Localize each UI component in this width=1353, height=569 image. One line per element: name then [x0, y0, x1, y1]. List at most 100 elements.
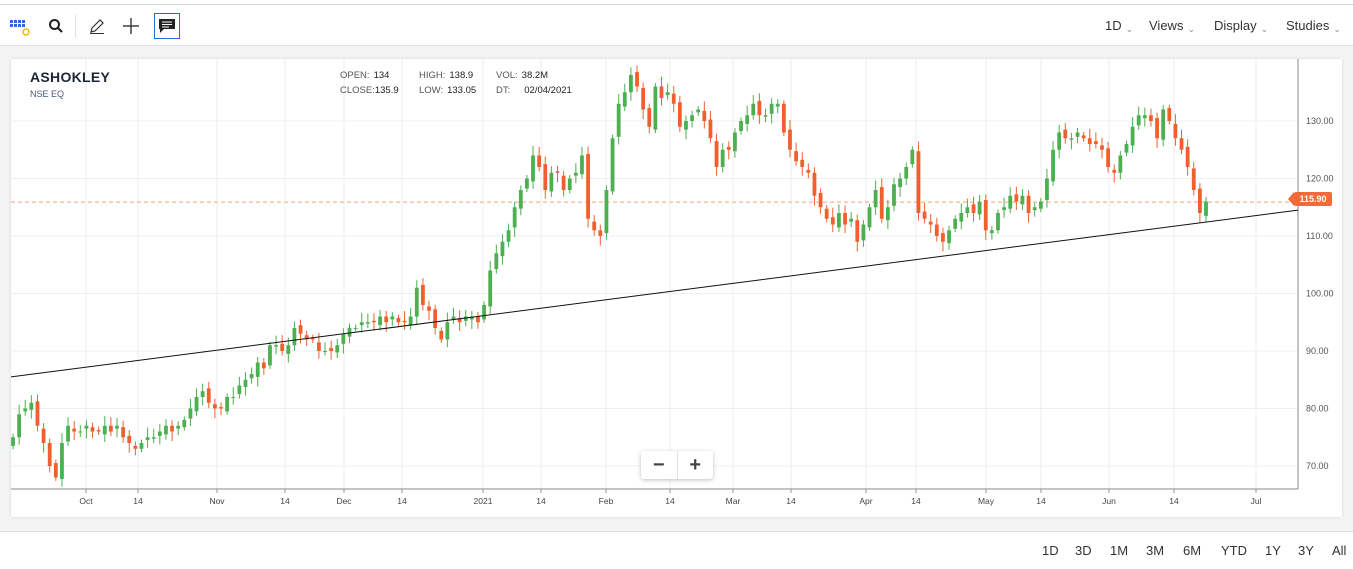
- last-price-tag: 115.90: [1288, 192, 1332, 206]
- range-1m[interactable]: 1M: [1110, 543, 1128, 558]
- candle-body: [433, 309, 438, 328]
- candle-body: [84, 425, 89, 429]
- candle-body: [659, 86, 664, 98]
- x-tick-label: 14: [536, 496, 546, 506]
- range-1d[interactable]: 1D: [1042, 543, 1059, 558]
- candle-body: [347, 328, 352, 337]
- close-label: CLOSE:: [340, 85, 375, 96]
- candle-body: [1204, 201, 1208, 216]
- x-tick-label: Mar: [726, 496, 741, 506]
- candle-body: [255, 362, 260, 377]
- candle-body: [855, 220, 860, 242]
- candle-body: [531, 155, 535, 182]
- views-dropdown[interactable]: Views ⌄: [1149, 18, 1195, 34]
- toolbar-divider: [75, 15, 76, 37]
- candle-body: [561, 175, 566, 190]
- candle-body: [182, 420, 187, 428]
- candle-body: [567, 178, 572, 190]
- candle-body: [23, 408, 28, 412]
- candle-body: [1045, 178, 1049, 201]
- candle-body: [1106, 148, 1111, 167]
- top-toolbar: 1D ⌄ Views ⌄ Display ⌄ Studies ⌄: [0, 4, 1353, 46]
- candle-body: [237, 385, 242, 395]
- candle-body: [29, 402, 34, 410]
- candle-body: [176, 425, 181, 429]
- candle-body: [849, 218, 854, 222]
- candle-body: [812, 172, 817, 196]
- candle-body: [127, 435, 132, 443]
- low-value: 133.05: [447, 85, 477, 96]
- candle-body: [139, 443, 144, 449]
- candle-body: [1130, 126, 1135, 146]
- high-label: HIGH:: [419, 70, 446, 81]
- candle-body: [488, 270, 493, 307]
- grid-icon[interactable]: [6, 13, 32, 39]
- candle-body: [463, 316, 468, 321]
- ohlc-dt: DT: 02/04/2021: [496, 85, 572, 96]
- y-tick-label: 90.00: [1306, 346, 1329, 356]
- x-tick-label: 14: [280, 496, 290, 506]
- range-1y[interactable]: 1Y: [1265, 543, 1281, 558]
- candle-body: [408, 316, 413, 326]
- range-ytd[interactable]: YTD: [1221, 543, 1247, 558]
- candle-body: [335, 345, 340, 353]
- range-all[interactable]: All: [1332, 543, 1346, 558]
- range-3d[interactable]: 3D: [1075, 543, 1092, 558]
- range-3y[interactable]: 3Y: [1298, 543, 1314, 558]
- candle-body: [482, 305, 486, 320]
- candle-body: [102, 425, 107, 435]
- search-icon[interactable]: [43, 13, 69, 39]
- pencil-icon[interactable]: [84, 13, 110, 39]
- candle-body: [1185, 146, 1190, 167]
- candle-body: [788, 129, 792, 150]
- zoom-out-button[interactable]: −: [641, 451, 678, 479]
- dt-label: DT:: [496, 85, 511, 96]
- candle-body: [445, 322, 450, 340]
- candle-body: [1081, 135, 1086, 139]
- candle-body: [837, 213, 841, 228]
- candle-body: [629, 75, 633, 93]
- candle-body: [494, 253, 499, 270]
- candle-body: [1124, 144, 1129, 153]
- candle-body: [1051, 149, 1055, 182]
- candle-body: [830, 217, 835, 225]
- candle-body: [1032, 207, 1037, 211]
- studies-dropdown[interactable]: Studies ⌄: [1286, 18, 1341, 34]
- candle-body: [818, 192, 823, 208]
- candle-body: [892, 184, 896, 206]
- interval-dropdown[interactable]: 1D ⌄: [1105, 18, 1134, 34]
- candle-body: [1136, 115, 1141, 126]
- crosshair-icon[interactable]: [118, 13, 144, 39]
- vol-value: 38.2M: [521, 70, 549, 81]
- range-3m[interactable]: 3M: [1146, 543, 1164, 558]
- chevron-down-icon: ⌄: [1125, 24, 1134, 34]
- candle-body: [500, 241, 505, 257]
- ohlc-low: LOW: 133.05: [419, 85, 476, 96]
- candle-body: [1038, 201, 1043, 209]
- candle-body: [977, 201, 982, 215]
- chevron-down-icon: ⌄: [1260, 24, 1269, 34]
- price-chart[interactable]: 130.00 120.00 110.00 100.00 90.00 80.00 70.00 O…: [11, 59, 1342, 517]
- candle-body: [1063, 129, 1068, 139]
- candle-body: [861, 224, 866, 241]
- x-tick-label: Nov: [209, 496, 225, 506]
- candle-body: [439, 330, 444, 340]
- candle-body: [225, 397, 230, 412]
- candle-body: [879, 187, 884, 219]
- candle-body: [885, 207, 890, 221]
- range-6m[interactable]: 6M: [1183, 543, 1201, 558]
- candle-body: [965, 207, 970, 213]
- x-tick-label: Feb: [599, 496, 614, 506]
- candle-body: [280, 343, 285, 351]
- candle-body: [708, 119, 713, 139]
- candle-body: [580, 155, 584, 175]
- x-tick-label: Oct: [79, 496, 93, 506]
- y-tick-label: 130.00: [1306, 116, 1334, 126]
- candle-body: [243, 379, 248, 387]
- candle-body: [647, 108, 652, 127]
- y-tick-label: 80.00: [1306, 404, 1329, 414]
- display-dropdown[interactable]: Display ⌄: [1214, 18, 1269, 34]
- zoom-in-button[interactable]: +: [678, 451, 714, 479]
- candle-body: [292, 328, 297, 346]
- comment-icon[interactable]: [154, 13, 180, 39]
